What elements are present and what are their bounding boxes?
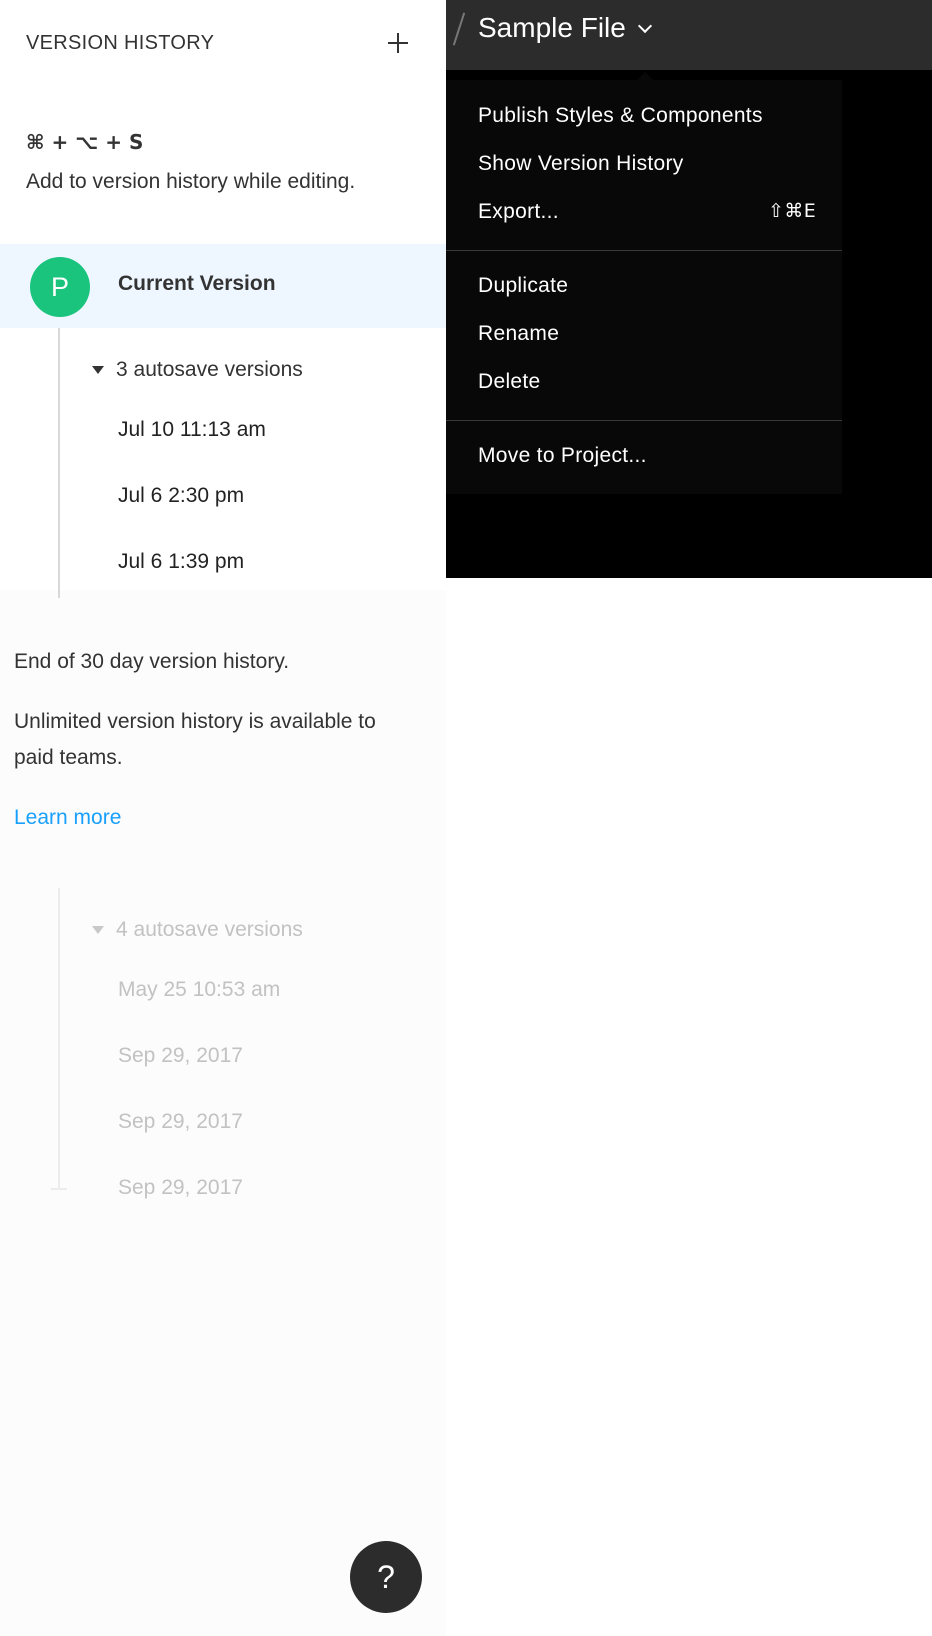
menu-item-publish[interactable]: Publish Styles & Components bbox=[478, 104, 816, 128]
list-item[interactable]: Sep 29, 2017 bbox=[118, 1044, 243, 1068]
list-item[interactable]: Jul 6 1:39 pm bbox=[118, 550, 244, 574]
timeline-line-older bbox=[58, 888, 60, 1188]
menu-divider bbox=[446, 250, 842, 251]
end-of-history-note: End of 30 day version history. bbox=[14, 650, 290, 673]
menu-item-label: Show Version History bbox=[478, 152, 684, 175]
panel-title: VERSION HISTORY bbox=[26, 32, 215, 54]
file-menu: Publish Styles & Components Show Version… bbox=[446, 80, 842, 494]
recent-autosave-toggle[interactable]: 3 autosave versions bbox=[92, 358, 303, 382]
menu-item-label: Publish Styles & Components bbox=[478, 104, 763, 127]
avatar: P bbox=[30, 257, 90, 317]
file-name-label: Sample File bbox=[478, 12, 626, 43]
menu-item-label: Rename bbox=[478, 322, 560, 345]
autosave-toggle-label: 4 autosave versions bbox=[116, 918, 303, 941]
list-item[interactable]: Sep 29, 2017 bbox=[118, 1176, 243, 1200]
menu-item-label: Duplicate bbox=[478, 274, 569, 297]
chevron-down-icon bbox=[637, 18, 652, 34]
menu-divider bbox=[446, 420, 842, 421]
save-version-shortcut: ⌘ + ⌥ + S bbox=[26, 130, 144, 154]
list-item[interactable]: Jul 6 2:30 pm bbox=[118, 484, 244, 508]
version-history-panel: VERSION HISTORY ⌘ + ⌥ + S Add to version… bbox=[0, 0, 446, 1636]
menu-item-label: Move to Project... bbox=[478, 444, 647, 467]
older-autosave-toggle[interactable]: 4 autosave versions bbox=[92, 918, 303, 942]
menu-item-rename[interactable]: Rename bbox=[478, 322, 816, 346]
add-version-button[interactable] bbox=[384, 29, 412, 57]
timeline-end bbox=[51, 1188, 67, 1190]
menu-item-shortcut: ⇧⌘E bbox=[768, 200, 816, 222]
menu-item-move-to-project[interactable]: Move to Project... bbox=[478, 444, 816, 468]
menu-item-label: Export... bbox=[478, 200, 559, 223]
list-item[interactable]: Jul 10 11:13 am bbox=[118, 418, 266, 442]
menu-item-delete[interactable]: Delete bbox=[478, 370, 816, 394]
caret-down-icon bbox=[92, 926, 104, 934]
menu-item-show-version-history[interactable]: Show Version History bbox=[478, 152, 816, 176]
caret-down-icon bbox=[92, 366, 104, 374]
question-mark-icon: ? bbox=[377, 1558, 395, 1595]
menu-item-export[interactable]: Export... ⇧⌘E bbox=[478, 200, 816, 224]
upsell-note: Unlimited version history is available t… bbox=[14, 710, 376, 769]
list-item[interactable]: May 25 10:53 am bbox=[118, 978, 280, 1002]
menu-item-duplicate[interactable]: Duplicate bbox=[478, 274, 816, 298]
autosave-toggle-label: 3 autosave versions bbox=[116, 358, 303, 381]
file-name-dropdown[interactable]: Sample File bbox=[478, 12, 652, 44]
help-button[interactable]: ? bbox=[350, 1541, 422, 1613]
shortcut-hint: Add to version history while editing. bbox=[26, 170, 356, 193]
timeline-line bbox=[58, 328, 60, 598]
learn-more-link[interactable]: Learn more bbox=[14, 806, 121, 830]
current-version-label: Current Version bbox=[118, 272, 276, 295]
current-version-row[interactable]: P Current Version bbox=[0, 244, 446, 328]
list-item[interactable]: Sep 29, 2017 bbox=[118, 1110, 243, 1134]
menu-item-label: Delete bbox=[478, 370, 541, 393]
